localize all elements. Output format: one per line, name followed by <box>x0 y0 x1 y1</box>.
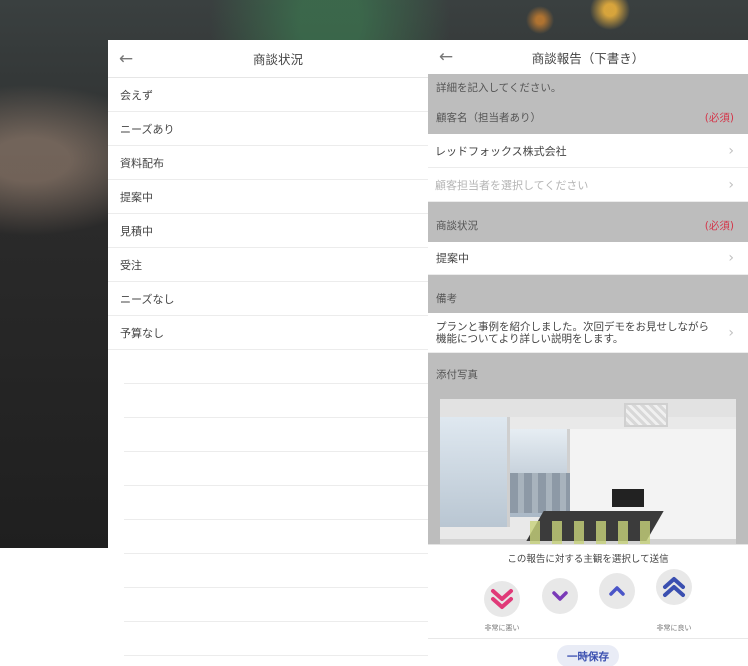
notes-row[interactable]: プランと事例を紹介しました。次回デモをお見せしながら機能についてより詳しい説明を… <box>428 313 748 353</box>
status-option[interactable]: 受注 <box>108 248 448 282</box>
double-chevron-down-icon <box>490 588 514 610</box>
section-label: 顧客名（担当者あり） <box>436 111 541 124</box>
empty-row <box>124 520 448 554</box>
rating-very-good-button[interactable] <box>656 569 692 605</box>
chevron-down-icon <box>551 590 569 602</box>
status-option[interactable]: 見積中 <box>108 214 448 248</box>
empty-row <box>124 452 448 486</box>
chevron-right-icon: › <box>728 142 734 159</box>
photo-section-header: 添付写真 <box>428 353 748 391</box>
attached-photo[interactable] <box>440 399 736 553</box>
rating-bad-button[interactable] <box>542 578 578 614</box>
empty-row <box>124 418 448 452</box>
arrow-left-icon[interactable]: ← <box>116 49 136 69</box>
customer-name-value: レッドフォックス株式会社 <box>435 144 567 158</box>
report-draft-screen: ← 商談報告（下書き） 詳細を記入してください。 顧客名（担当者あり） (必須)… <box>428 40 748 666</box>
status-select-screen: ← 商談状況 会えず ニーズあり 資料配布 提案中 見積中 受注 ニーズなし 予… <box>108 40 448 666</box>
feedback-panel: この報告に対する主観を選択して送信 非常に悪い 非常に良い 一時保存 <box>428 544 748 666</box>
very-good-label: 非常に良い <box>656 624 692 632</box>
customer-name-row[interactable]: レッドフォックス株式会社 › <box>428 134 748 168</box>
page-title: 商談状況 <box>252 52 303 67</box>
very-bad-label: 非常に悪い <box>484 624 520 632</box>
instruction-text: 詳細を記入してください。 <box>428 74 748 100</box>
empty-list-area <box>108 350 448 656</box>
empty-row <box>124 554 448 588</box>
empty-row <box>124 622 448 656</box>
contact-select-row[interactable]: 顧客担当者を選択してください › <box>428 168 748 202</box>
nav-bar: ← 商談報告（下書き） <box>428 40 748 74</box>
section-label: 添付写真 <box>436 368 478 381</box>
status-value: 提案中 <box>436 252 469 265</box>
empty-row <box>124 384 448 418</box>
section-label: 商談状況 <box>436 219 478 232</box>
status-row[interactable]: 提案中 › <box>428 242 748 275</box>
arrow-left-icon[interactable]: ← <box>436 47 456 67</box>
status-option-list: 会えず ニーズあり 資料配布 提案中 見積中 受注 ニーズなし 予算なし <box>108 78 448 350</box>
status-option[interactable]: 提案中 <box>108 180 448 214</box>
customer-section-header: 顧客名（担当者あり） (必須) <box>428 100 748 134</box>
notes-value: プランと事例を紹介しました。次回デモをお見せしながら機能についてより詳しい説明を… <box>436 320 709 345</box>
status-option[interactable]: 資料配布 <box>108 146 448 180</box>
contact-placeholder: 顧客担当者を選択してください <box>435 178 589 192</box>
chevron-right-icon: › <box>728 250 734 266</box>
page-title: 商談報告（下書き） <box>531 50 645 66</box>
chevron-up-icon <box>608 585 626 597</box>
status-section-header: 商談状況 (必須) <box>428 202 748 242</box>
divider <box>428 638 748 639</box>
status-option[interactable]: ニーズあり <box>108 112 448 146</box>
notes-section-header: 備考 <box>428 275 748 313</box>
rating-very-bad-button[interactable] <box>484 581 520 617</box>
empty-row <box>124 350 448 384</box>
status-option[interactable]: ニーズなし <box>108 282 448 316</box>
save-draft-button[interactable]: 一時保存 <box>557 645 619 666</box>
rating-good-button[interactable] <box>599 573 635 609</box>
required-badge: (必須) <box>704 219 734 232</box>
nav-bar: ← 商談状況 <box>108 40 448 78</box>
chevron-right-icon: › <box>728 176 734 193</box>
chevron-right-icon: › <box>728 324 734 341</box>
empty-row <box>124 486 448 520</box>
status-option[interactable]: 会えず <box>108 78 448 112</box>
empty-row <box>124 588 448 622</box>
double-chevron-up-icon <box>662 576 686 598</box>
status-option[interactable]: 予算なし <box>108 316 448 350</box>
required-badge: (必須) <box>704 111 734 124</box>
instruction-label: 詳細を記入してください。 <box>436 81 562 94</box>
section-label: 備考 <box>436 292 457 305</box>
feedback-title: この報告に対する主観を選択して送信 <box>507 554 669 565</box>
photo-area <box>428 391 748 553</box>
